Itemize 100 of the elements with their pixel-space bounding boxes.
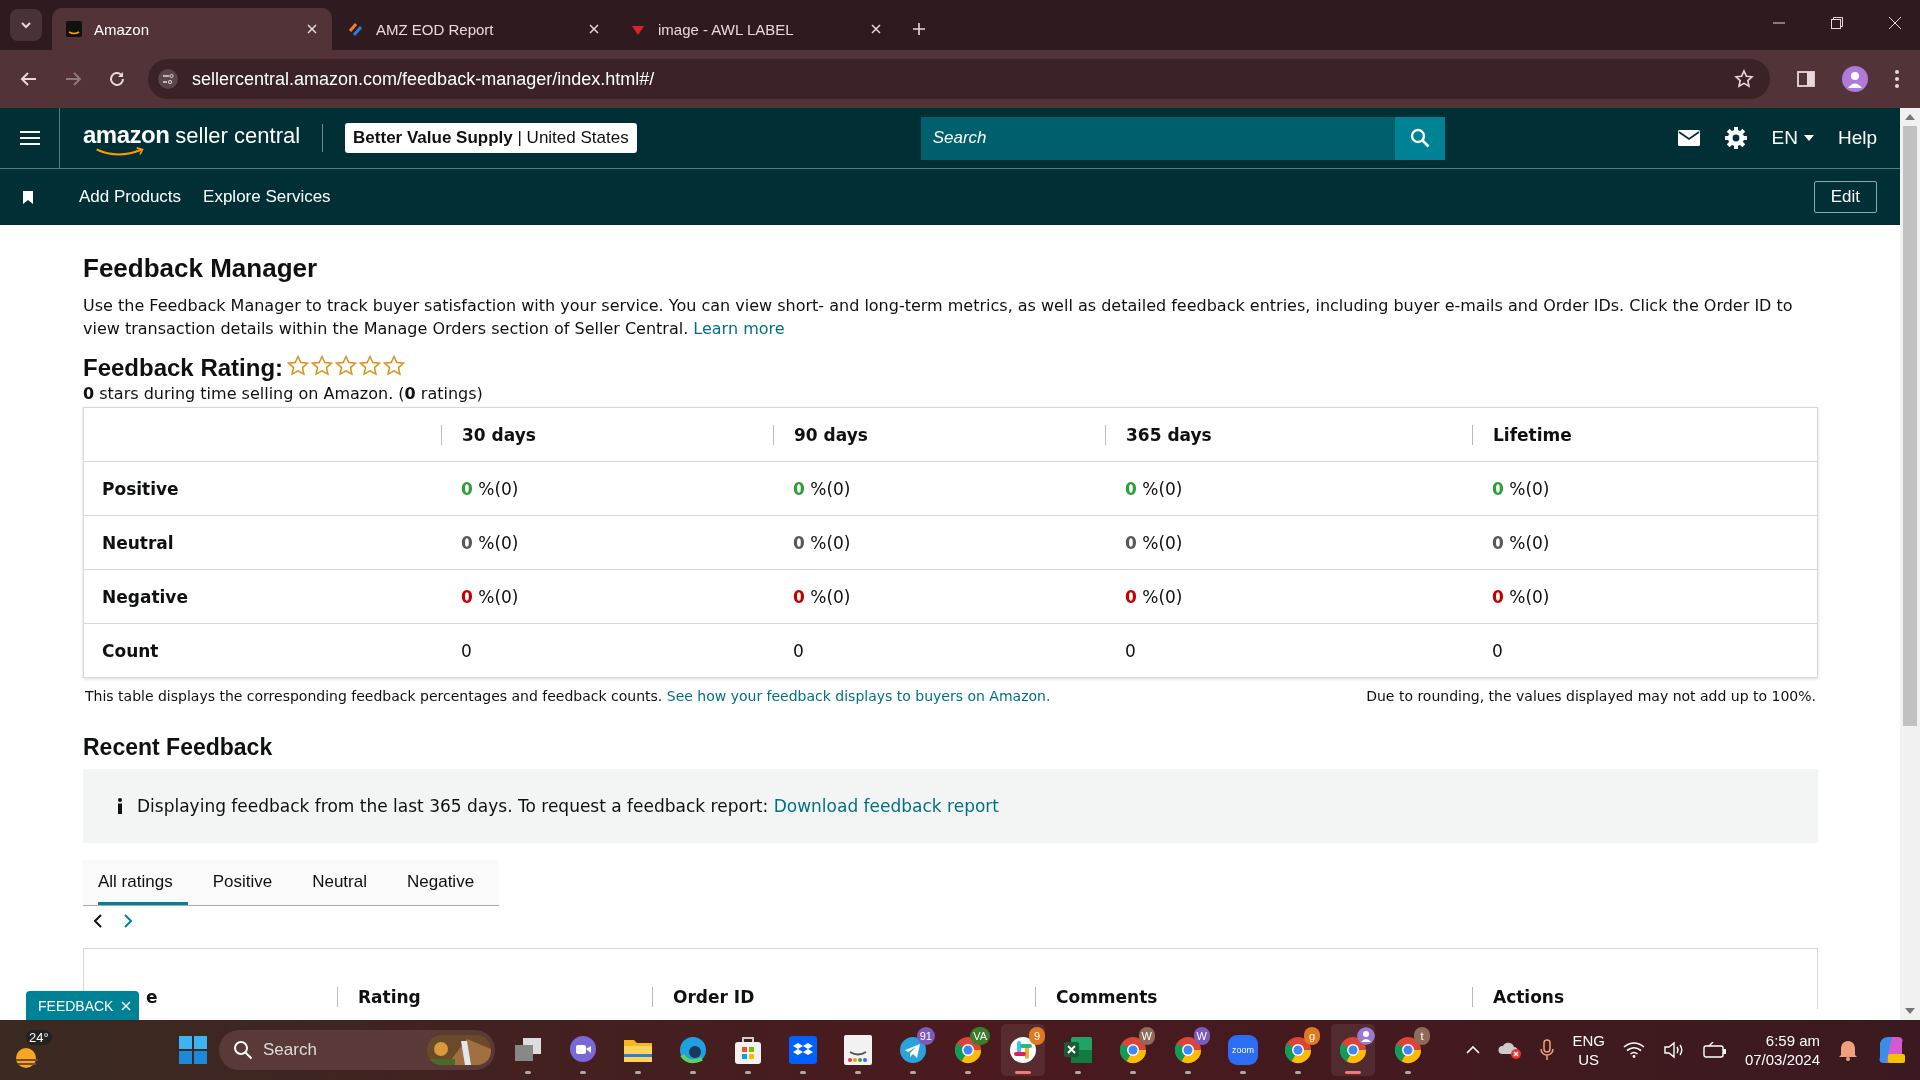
rating-summary: 0 stars during time selling on Amazon. (0 ratings) — [83, 384, 484, 403]
bookmark-icon[interactable] — [23, 190, 33, 204]
description-text: Use the Feedback Manager to track buyer satisfaction with your service. You can view short- and long-term metrics, as well as detailed feedback entries, including buyer e-mails and Order IDs. Click the Order ID to view transaction details within the Manage Orders section of Seller Central. Learn more — [83, 295, 1794, 340]
search-icon — [233, 1040, 253, 1060]
taskbar-app[interactable]: zoom — [1221, 1024, 1265, 1076]
table-cell-text: 0 — [1124, 640, 1137, 661]
scroll-thumb[interactable] — [1903, 126, 1917, 726]
taskbar-app[interactable]: 91 — [891, 1024, 935, 1076]
table-caption: This table displays the corresponding feedback percentages and feedback counts. See how your feedback displays to buyers on Amazon. — [85, 688, 1051, 704]
taskbar-app[interactable]: VA — [946, 1024, 990, 1076]
seller-central-logo[interactable]: amazon seller central — [83, 121, 301, 155]
star-icon[interactable] — [1734, 69, 1754, 89]
more-icon[interactable] — [1894, 69, 1900, 89]
rating-label: Feedback Rating: — [83, 354, 284, 382]
forward-icon[interactable] — [64, 70, 82, 88]
spreadsheet-icon — [1063, 1036, 1093, 1064]
next-icon[interactable] — [123, 914, 133, 928]
scroll-up-icon[interactable] — [1905, 114, 1915, 120]
site-settings-icon[interactable] — [158, 69, 178, 89]
table-cell-text: 0 %(0) — [1124, 478, 1184, 499]
column-header: 30 days — [441, 424, 773, 445]
filter-tab[interactable]: Positive — [197, 860, 288, 905]
page-title: Feedback Manager — [83, 253, 319, 284]
star-outline-icon — [335, 354, 358, 376]
feedback-button[interactable]: FEEDBACK — [26, 991, 140, 1020]
reload-icon[interactable] — [108, 70, 126, 88]
help-link[interactable]: Help — [1837, 127, 1877, 149]
star-outline-icon — [359, 354, 382, 376]
scrollbar[interactable] — [1900, 108, 1920, 1020]
taskbar-app[interactable]: W — [1166, 1024, 1210, 1076]
close-icon[interactable] — [870, 23, 882, 35]
bell-icon[interactable] — [1838, 1039, 1858, 1061]
close-icon[interactable] — [306, 23, 318, 35]
menu-icon[interactable] — [18, 130, 41, 146]
caret-down-icon — [1803, 135, 1814, 141]
profile-avatar-icon[interactable] — [1842, 66, 1868, 92]
amazon-smile-icon — [66, 21, 82, 37]
star-outline-icon — [311, 354, 334, 376]
clock[interactable]: 6:59 am 07/03/2024 — [1744, 1031, 1820, 1069]
search-field[interactable]: Search — [920, 116, 1395, 160]
microphone-icon[interactable] — [1540, 1039, 1555, 1061]
windows-start-icon[interactable] — [178, 1035, 208, 1065]
input-language[interactable]: ENG US — [1572, 1031, 1605, 1069]
battery-icon[interactable] — [1702, 1042, 1727, 1058]
close-icon[interactable] — [1888, 16, 1902, 30]
column-header: Comments — [1035, 987, 1472, 1007]
taskbar-app[interactable]: W — [1111, 1024, 1155, 1076]
tab-list-button[interactable] — [10, 9, 42, 41]
temperature-text: 24° — [26, 1030, 52, 1045]
previous-icon[interactable] — [93, 914, 103, 928]
browser-tab[interactable]: AMZ EOD Report — [334, 8, 614, 50]
close-icon[interactable] — [588, 23, 600, 35]
notification-badge: t — [1414, 1027, 1430, 1045]
taskbar-search[interactable]: Search — [219, 1030, 495, 1070]
filter-tab[interactable]: Neutral — [297, 860, 382, 905]
notification-badge: g — [1304, 1027, 1320, 1045]
back-icon[interactable] — [20, 70, 38, 88]
section-title: Recent Feedback — [83, 734, 274, 761]
table-cell-text: 0 — [792, 640, 805, 661]
tab-title: Amazon — [94, 20, 151, 38]
star-outline-icon — [383, 354, 406, 376]
info-icon — [117, 798, 123, 814]
search-button[interactable] — [1394, 116, 1445, 160]
notification-badge: 91 — [916, 1027, 935, 1045]
filter-tab[interactable]: Negative — [392, 860, 490, 905]
settings-icon[interactable] — [1723, 126, 1748, 150]
account-switcher[interactable]: Better Value Supply | United States — [345, 123, 637, 153]
url-text: sellercentral.amazon.com/feedback-manager/index.html#/ — [192, 68, 656, 90]
notification-badge: W — [1193, 1027, 1210, 1045]
filter-tab[interactable]: All ratings — [98, 860, 188, 905]
nav-link[interactable]: Explore Services — [203, 187, 331, 207]
address-bar[interactable]: sellercentral.amazon.com/feedback-manager/index.html#/ — [148, 59, 1770, 99]
download-report-link[interactable]: Download feedback report — [773, 796, 999, 816]
table-cell-text: 0 %(0) — [1491, 478, 1551, 499]
table-cell-text: 0 — [1491, 640, 1504, 661]
side-panel-icon[interactable] — [1796, 69, 1816, 89]
feedback-display-link[interactable]: See how your feedback displays to buyers on Amazon. — [666, 688, 1051, 704]
restore-icon[interactable] — [1830, 16, 1844, 30]
speaker-icon[interactable] — [1662, 1041, 1685, 1059]
browser-tab[interactable]: Amazon — [52, 8, 332, 50]
chevron-up-icon[interactable] — [1466, 1045, 1481, 1055]
cloud-error-icon[interactable] — [1498, 1040, 1523, 1060]
plus-icon[interactable] — [912, 22, 926, 36]
search-icon — [1409, 128, 1430, 148]
edit-button[interactable]: Edit — [1813, 181, 1877, 213]
taskbar-app[interactable]: t — [1386, 1024, 1430, 1076]
table-cell-text: 0 %(0) — [460, 478, 520, 499]
browser-tab[interactable]: image - AWL LABEL — [616, 8, 896, 50]
nav-link[interactable]: Add Products — [79, 187, 182, 207]
mail-icon[interactable] — [1677, 130, 1700, 146]
taskbar-app[interactable] — [1331, 1024, 1375, 1076]
table-cell-text: 0 %(0) — [792, 532, 852, 553]
zoom-app-icon: zoom — [1228, 1035, 1258, 1065]
wifi-icon[interactable] — [1622, 1042, 1645, 1058]
scroll-down-icon[interactable] — [1905, 1008, 1915, 1014]
language-selector[interactable]: EN — [1771, 127, 1814, 149]
windows-icon — [513, 1036, 543, 1064]
column-header: Actions — [1472, 987, 1817, 1007]
learn-more-link[interactable]: Learn more — [693, 319, 785, 338]
table-cell-text: 0 %(0) — [1491, 586, 1551, 607]
